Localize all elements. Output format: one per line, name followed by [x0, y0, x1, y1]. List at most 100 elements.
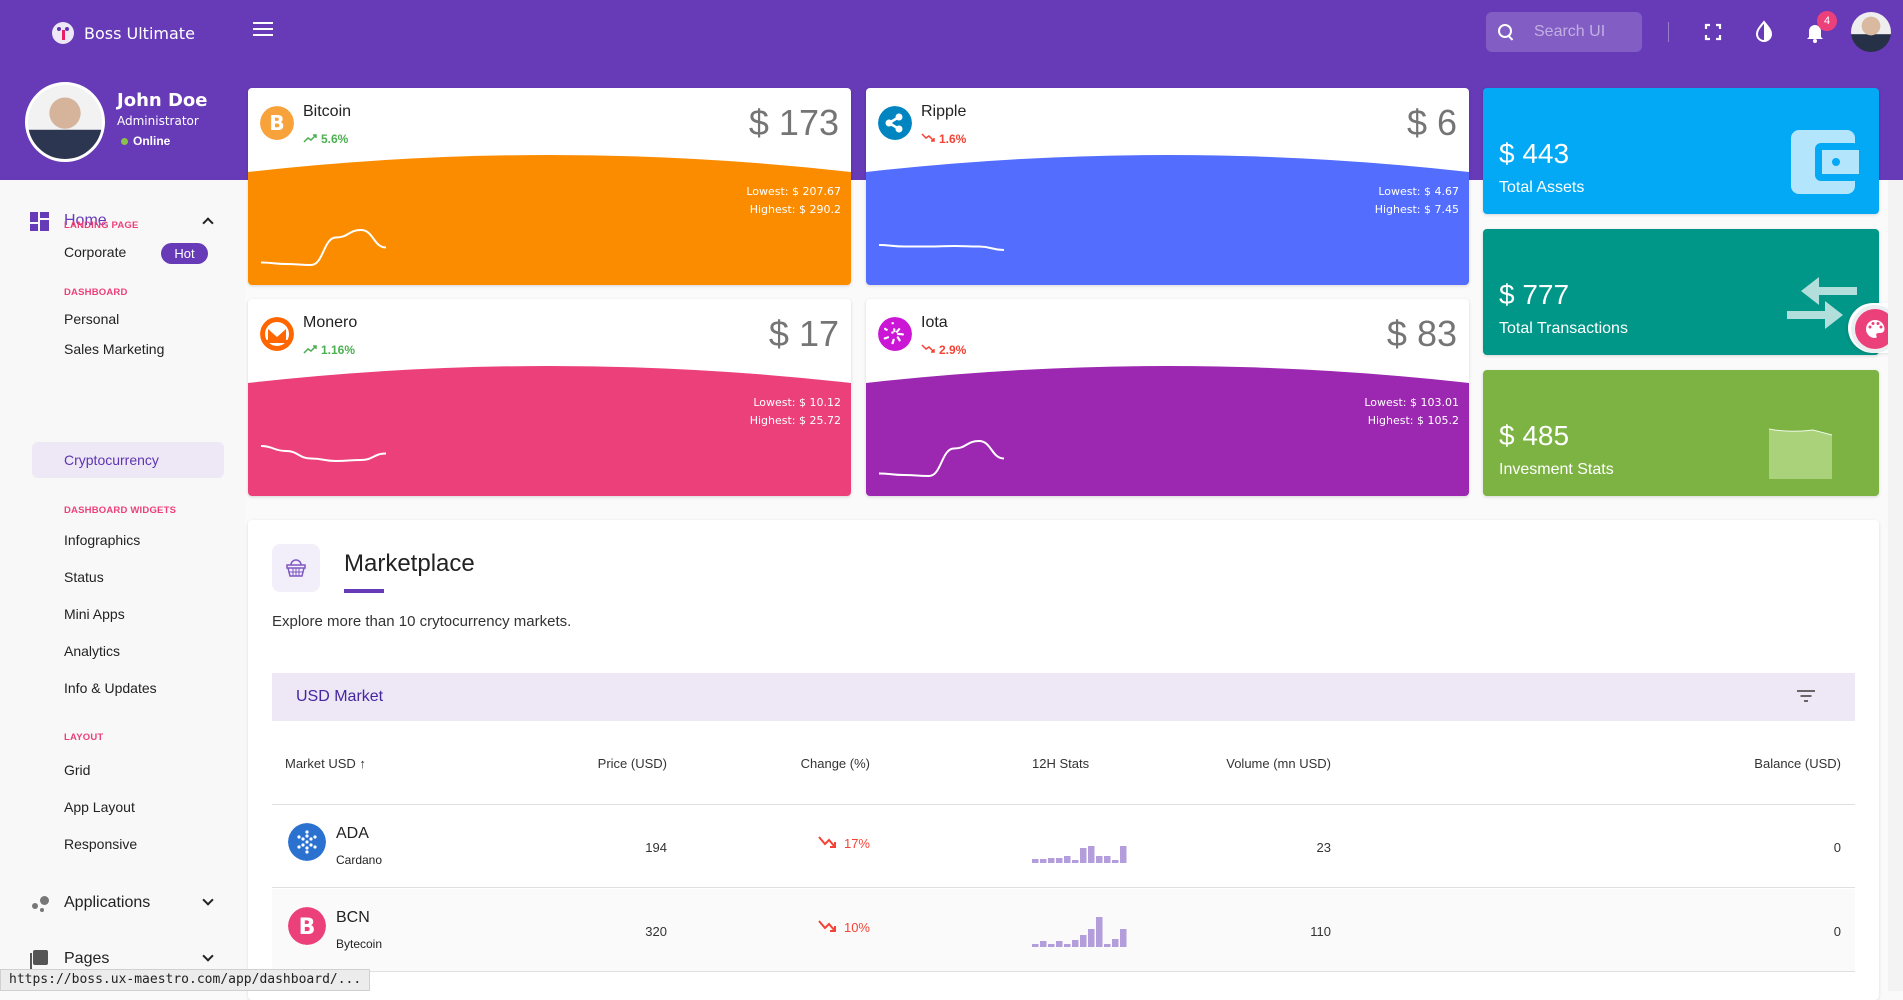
search-icon — [1498, 24, 1514, 40]
column-header-balance[interactable]: Balance (USD) — [1754, 756, 1841, 771]
svg-text:B: B — [269, 111, 284, 135]
filter-icon[interactable] — [1797, 689, 1815, 703]
sidebar-item-cryptocurrency[interactable]: Cryptocurrency — [32, 442, 224, 478]
price-cell: 194 — [645, 840, 667, 855]
sidebar-item-app-layout[interactable]: App Layout — [64, 799, 135, 815]
sidebar-item-grid[interactable]: Grid — [64, 762, 90, 778]
lowest-price: Lowest: $ 4.67 — [1378, 185, 1459, 198]
stat-value: $ 777 — [1499, 279, 1570, 310]
applications-icon — [30, 894, 49, 913]
sidebar-item-info-updates[interactable]: Info & Updates — [64, 680, 157, 696]
stat-label: Total Transactions — [1499, 320, 1628, 337]
sidebar-item-status[interactable]: Status — [64, 569, 104, 585]
profile-status[interactable]: Online — [117, 134, 207, 148]
stat-card-investment-stats[interactable]: $ 485 Invesment Stats — [1483, 370, 1879, 496]
12h-stats-chart — [1032, 917, 1127, 947]
sidebar-item-applications[interactable]: Applications — [30, 888, 220, 918]
stats-bar — [1096, 917, 1103, 947]
coin-price: $ 17 — [768, 313, 839, 354]
svg-text:B: B — [299, 915, 316, 940]
stats-bar — [1104, 856, 1111, 863]
profile-avatar[interactable] — [25, 82, 105, 162]
sparkline-chart — [878, 439, 1005, 478]
crypto-card-iota[interactable]: Iota 2.9% $ 83 Lowest: $ 103.01 Highest: $ 1… — [866, 299, 1469, 496]
usd-market-toolbar: USD Market — [272, 673, 1855, 721]
hot-badge: Hot — [161, 243, 208, 264]
table-row[interactable]: B BCN Bytecoin 320 10% 110 0 — [272, 889, 1855, 972]
section-layout: LAYOUT — [64, 732, 104, 743]
column-header-change[interactable]: Change (%) — [801, 756, 870, 771]
volume-cell: 110 — [1310, 924, 1331, 939]
coin-change: 5.6% — [303, 132, 348, 146]
sidebar-item-personal[interactable]: Personal — [64, 311, 119, 327]
stats-bar — [1112, 860, 1119, 863]
pages-label: Pages — [64, 950, 110, 967]
column-header-volume[interactable]: Volume (mn USD) — [1226, 756, 1331, 771]
market-symbol: BCN — [336, 909, 370, 926]
crypto-card-monero[interactable]: Monero 1.16% $ 17 Lowest: $ 10.12 Highest: $… — [248, 299, 851, 496]
crypto-card-ripple[interactable]: Ripple 1.6% $ 6 Lowest: $ 4.67 Highest: $ 7.… — [866, 88, 1469, 285]
stats-bar — [1056, 858, 1063, 863]
table-row[interactable]: ADA Cardano 194 17% 23 0 — [272, 805, 1855, 888]
sparkline — [260, 228, 387, 267]
chevron-up-icon — [202, 217, 214, 229]
market-name: Cardano — [336, 853, 383, 867]
crypto-card-bitcoin[interactable]: B Bitcoin 5.6% $ 173 Lowest: $ 207.67 Highest… — [248, 88, 851, 285]
sidebar-item-responsive[interactable]: Responsive — [64, 836, 137, 852]
low-high-range: Lowest: $ 103.01 Highest: $ 105.2 — [1364, 394, 1459, 430]
stats-bar — [1072, 940, 1079, 947]
user-avatar[interactable] — [1851, 12, 1891, 52]
coin-change: 1.6% — [921, 132, 966, 146]
search-box[interactable] — [1486, 12, 1642, 52]
sidebar-item-sales-marketing[interactable]: Sales Marketing — [64, 341, 164, 357]
menu-icon[interactable] — [253, 22, 273, 38]
profile-name: John Doe — [117, 90, 208, 111]
stat-card-total-assets[interactable]: $ 443 Total Assets — [1483, 88, 1879, 214]
sidebar-item-corporate[interactable]: Corporate — [64, 244, 126, 260]
stat-card-total-transactions[interactable]: $ 777 Total Transactions — [1483, 229, 1879, 355]
marketplace-description: Explore more than 10 crytocurrency marke… — [272, 613, 572, 630]
trend-down-icon — [818, 835, 844, 852]
applications-label: Applications — [64, 894, 151, 911]
stats-bar — [1096, 856, 1103, 863]
column-header-market[interactable]: Market USD ↑ — [285, 756, 366, 771]
coin-price: $ 6 — [1406, 102, 1457, 143]
search-input[interactable] — [1534, 23, 1634, 41]
sidebar-item-infographics[interactable]: Infographics — [64, 532, 140, 548]
trend-down-icon — [921, 132, 939, 146]
trend-down-icon — [818, 919, 844, 936]
sidebar-item-analytics[interactable]: Analytics — [64, 643, 120, 659]
stats-bar — [1088, 846, 1095, 863]
brand[interactable]: Boss Ultimate — [52, 22, 195, 44]
column-header-price[interactable]: Price (USD) — [598, 756, 667, 771]
12h-stats-chart — [1032, 846, 1127, 863]
brand-logo-icon — [52, 22, 74, 44]
chevron-down-icon — [202, 894, 214, 906]
area-chart-icon — [1769, 428, 1833, 479]
marketplace-title: Marketplace — [344, 550, 475, 577]
stats-bar — [1040, 941, 1047, 947]
balance-cell: 0 — [1833, 840, 1841, 855]
page-scrollbar[interactable] — [1888, 180, 1903, 991]
sparkline — [878, 244, 1005, 251]
change-cell: 17% — [818, 835, 870, 852]
contrast-icon[interactable] — [1752, 20, 1776, 44]
sparkline — [260, 445, 387, 463]
title-underline — [344, 589, 384, 593]
bitcoin-logo-icon: B — [260, 106, 294, 140]
stats-bar — [1112, 939, 1119, 947]
profile: John Doe Administrator Online — [25, 82, 207, 162]
stats-bar — [1120, 846, 1127, 863]
coin-name: Ripple — [921, 103, 967, 120]
sparkline-chart — [260, 445, 387, 463]
sidebar-item-mini-apps[interactable]: Mini Apps — [64, 606, 125, 622]
header-divider — [1668, 22, 1669, 42]
sidebar: Home LANDING PAGE Corporate Hot DASHBOAR… — [0, 180, 245, 991]
coin-change: 2.9% — [921, 343, 966, 357]
stats-bar — [1072, 860, 1079, 863]
stats-bar — [1104, 944, 1111, 947]
wallet-icon — [1791, 130, 1859, 194]
pages-icon — [30, 949, 49, 971]
column-header-12h-stats: 12H Stats — [1032, 756, 1090, 771]
fullscreen-icon[interactable] — [1701, 20, 1725, 44]
